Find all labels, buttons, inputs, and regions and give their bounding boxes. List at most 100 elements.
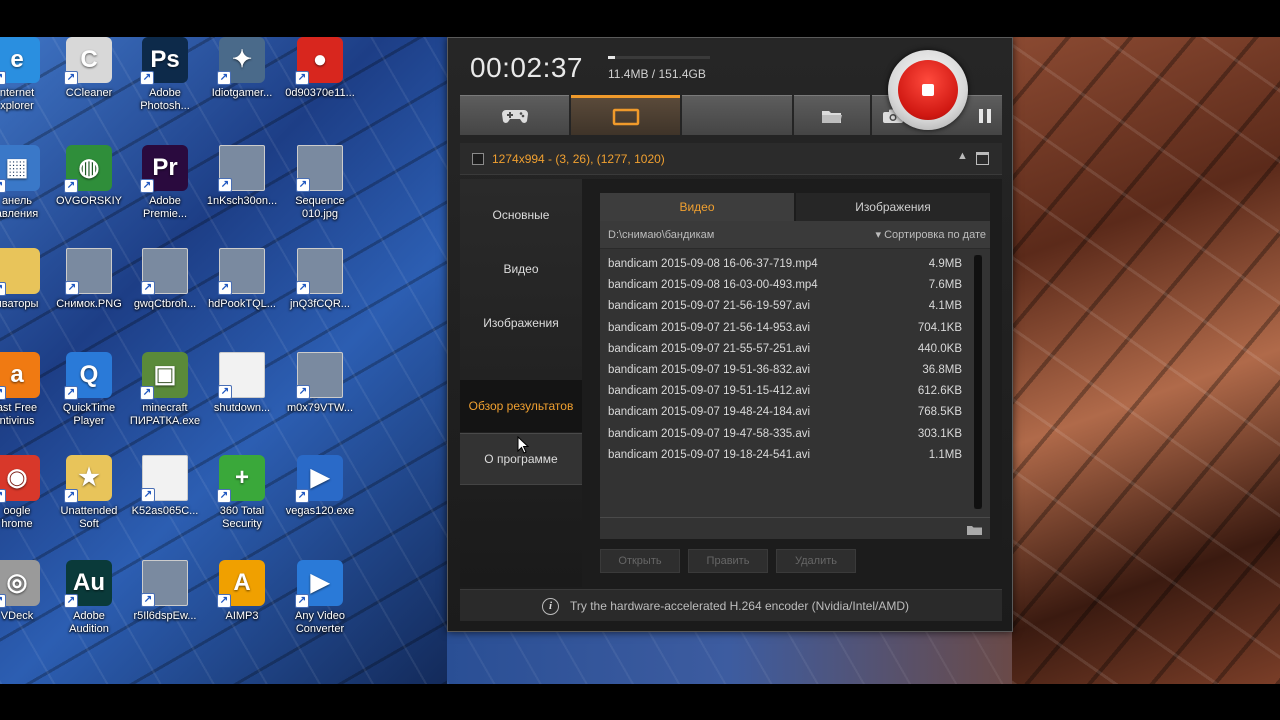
info-icon: i [542, 598, 559, 615]
desktop-icon[interactable]: ● ↗ 0d90370e11... [281, 37, 359, 129]
desktop-icon-label: Снимок.PNG [56, 298, 122, 310]
desktop-icon[interactable]: ▣ ↗ minecraft ПИРАТКА.exe [126, 352, 204, 444]
file-row[interactable]: bandicam 2015-09-07 19-47-58-335.avi 303.… [600, 425, 970, 445]
file-name: bandicam 2015-09-08 16-03-00-493.mp4 [608, 279, 818, 292]
tab-screen-mode[interactable] [571, 95, 681, 135]
chrome-icon: ◉↗ [0, 455, 40, 503]
capture-region-bar: 1274x994 - (3, 26), (1277, 1020) ▲ [460, 143, 1002, 175]
file-row[interactable]: bandicam 2015-09-07 21-55-57-251.avi 440.… [600, 340, 970, 360]
desktop-icon-label: shutdown... [213, 402, 271, 414]
file-row[interactable]: bandicam 2015-09-07 21-56-19-597.avi 4.1M… [600, 297, 970, 317]
file-size: 36.8MB [922, 364, 962, 376]
desktop-icon[interactable]: ↗ иваторы [0, 248, 56, 340]
settings-sidebar: Основные Видео Изображения Обзор результ… [460, 179, 582, 587]
letterbox-top [0, 0, 1280, 37]
region-checkbox[interactable] [472, 153, 484, 165]
desktop-icon[interactable]: Ps ↗ Adobe Photosh... [126, 37, 204, 129]
desktop-icon[interactable]: ↗ gwqCtbroh... [126, 248, 204, 340]
shortcut-arrow-icon: ↗ [0, 179, 6, 193]
desktop-icon[interactable]: ↗ 1nKsch30on... [203, 145, 281, 237]
sidebar-item-output[interactable]: Обзор результатов [460, 380, 582, 432]
file-row[interactable]: bandicam 2015-09-07 19-51-15-412.avi 612.… [600, 382, 970, 402]
file-list: bandicam 2015-09-08 16-06-37-719.mp4 4.9M… [600, 249, 990, 517]
file-size: 303.1KB [917, 427, 962, 440]
image-file-icon: ↗ [296, 352, 343, 399]
file-row[interactable]: bandicam 2015-09-07 19-48-24-184.avi 768.… [600, 403, 970, 423]
desktop-icon[interactable]: ↗ Снимок.PNG [50, 248, 128, 340]
desktop-icon[interactable]: ↗ m0x79VTW... [281, 352, 359, 444]
file-row[interactable]: bandicam 2015-09-07 19-51-36-832.avi 36.8… [600, 361, 970, 381]
file-row[interactable]: bandicam 2015-09-07 21-56-14-953.avi 704.… [600, 319, 970, 339]
file-row[interactable]: bandicam 2015-09-07 19-18-24-541.avi 1.1M… [600, 446, 970, 466]
desktop-icon[interactable]: ↗ jnQ3fCQR... [281, 248, 359, 340]
sort-dropdown[interactable]: ▾ Сортировка по дате [876, 228, 986, 241]
file-name: bandicam 2015-09-07 21-56-14-953.avi [608, 321, 811, 334]
desktop-icon[interactable]: ◉↗oogle hrome [0, 455, 56, 547]
desktop-icon[interactable]: ↗ hdPookTQL... [203, 248, 281, 340]
settings-body: Основные Видео Изображения Обзор результ… [460, 179, 1002, 587]
image-file-icon: ↗ [296, 248, 343, 295]
tab-game-mode[interactable] [460, 95, 570, 135]
sidebar-item-images[interactable]: Изображения [460, 297, 582, 349]
desktop-icon[interactable]: e↗nternet xplorer [0, 37, 56, 129]
desktop-icon[interactable]: ↗ Sequence 010.jpg [281, 145, 359, 237]
desktop-icon-label: анель авления [0, 195, 39, 220]
file-name: bandicam 2015-09-07 21-55-57-251.avi [608, 342, 811, 355]
desktop-icon[interactable]: ★ ↗ Unattended Soft [50, 455, 128, 547]
scrollbar-thumb[interactable] [974, 255, 982, 509]
shortcut-arrow-icon: ↗ [64, 594, 78, 608]
desktop-icon-label: jnQ3fCQR... [290, 298, 350, 310]
desktop-icon[interactable]: ▶ ↗ Any Video Converter [281, 560, 359, 652]
pause-icon[interactable] [978, 108, 992, 124]
control-panel-icon: ▦↗ [0, 145, 40, 193]
desktop-icon[interactable]: ▦↗анель авления [0, 145, 56, 237]
file-size-progress-fill [608, 56, 616, 59]
desktop-icon[interactable]: ↗ r5Il6dspEw... [126, 560, 204, 652]
video-converter-icon: ▶ ↗ [295, 560, 343, 608]
desktop-icon[interactable]: ◍ ↗ OVGORSKIY [50, 145, 128, 237]
desktop-icon-label: Adobe Audition [69, 610, 109, 635]
bandicam-shortcut-icon: ● ↗ [295, 37, 343, 85]
desktop-icon[interactable]: Q ↗ QuickTime Player [50, 352, 128, 444]
edit-button[interactable]: Править [688, 549, 768, 573]
desktop-icon[interactable]: Au ↗ Adobe Audition [50, 560, 128, 652]
tab-image-files[interactable]: Изображения [796, 193, 990, 221]
tab-video-files[interactable]: Видео [600, 193, 794, 221]
output-panel: Видео Изображения D:\снимаю\бандикам ▾ С… [600, 193, 990, 583]
file-row[interactable]: bandicam 2015-09-08 16-03-00-493.mp4 7.6M… [600, 276, 970, 296]
collapse-up-icon[interactable]: ▲ [957, 150, 968, 162]
tab-device-mode[interactable] [682, 95, 792, 135]
desktop-icon[interactable]: ◎↗ VDeck [0, 560, 56, 652]
folder-star-icon: ★ ↗ [64, 455, 112, 503]
file-name: bandicam 2015-09-07 19-18-24-541.avi [608, 448, 811, 461]
sidebar-item-general[interactable]: Основные [460, 189, 582, 241]
shortcut-arrow-icon: ↗ [296, 281, 310, 295]
desktop-icon[interactable]: a↗ast Free ntivirus [0, 352, 56, 444]
desktop-icon[interactable]: ↗ shutdown... [203, 352, 281, 444]
desktop-icon[interactable]: + ↗ 360 Total Security [203, 455, 281, 547]
file-row[interactable]: bandicam 2015-09-08 16-06-37-719.mp4 4.9M… [600, 255, 970, 275]
open-folder-icon[interactable] [966, 523, 984, 541]
status-tip-link[interactable]: Try the hardware-accelerated H.264 encod… [570, 599, 909, 613]
tab-open-folder[interactable] [793, 95, 870, 135]
desktop-icon[interactable]: ↗ K52as065C... [126, 455, 204, 547]
desktop-icon[interactable]: ▶ ↗ vegas120.exe [281, 455, 359, 547]
desktop-icon[interactable]: C ↗ CCleaner [50, 37, 128, 129]
delete-button[interactable]: Удалить [776, 549, 856, 573]
scrollbar[interactable] [974, 255, 982, 509]
sidebar-item-video[interactable]: Видео [460, 243, 582, 295]
desktop-icon-label: oogle hrome [1, 505, 33, 530]
shortcut-arrow-icon: ↗ [140, 386, 154, 400]
desktop-icon[interactable]: Pr ↗ Adobe Premie... [126, 145, 204, 237]
open-button[interactable]: Открыть [600, 549, 680, 573]
file-size: 7.6MB [928, 279, 962, 292]
premiere-icon: Pr ↗ [140, 145, 188, 193]
fullscreen-window-icon[interactable] [976, 152, 989, 165]
record-stop-button[interactable] [888, 50, 968, 130]
file-name: bandicam 2015-09-08 16-06-37-719.mp4 [608, 258, 818, 270]
desktop-icon[interactable]: A ↗ AIMP3 [203, 560, 281, 652]
shortcut-arrow-icon: ↗ [295, 594, 309, 608]
folder-path: D:\снимаю\бандикам [608, 229, 715, 241]
quicktime-icon: Q ↗ [64, 352, 112, 400]
desktop-icon[interactable]: ✦ ↗ Idiotgamer... [203, 37, 281, 129]
